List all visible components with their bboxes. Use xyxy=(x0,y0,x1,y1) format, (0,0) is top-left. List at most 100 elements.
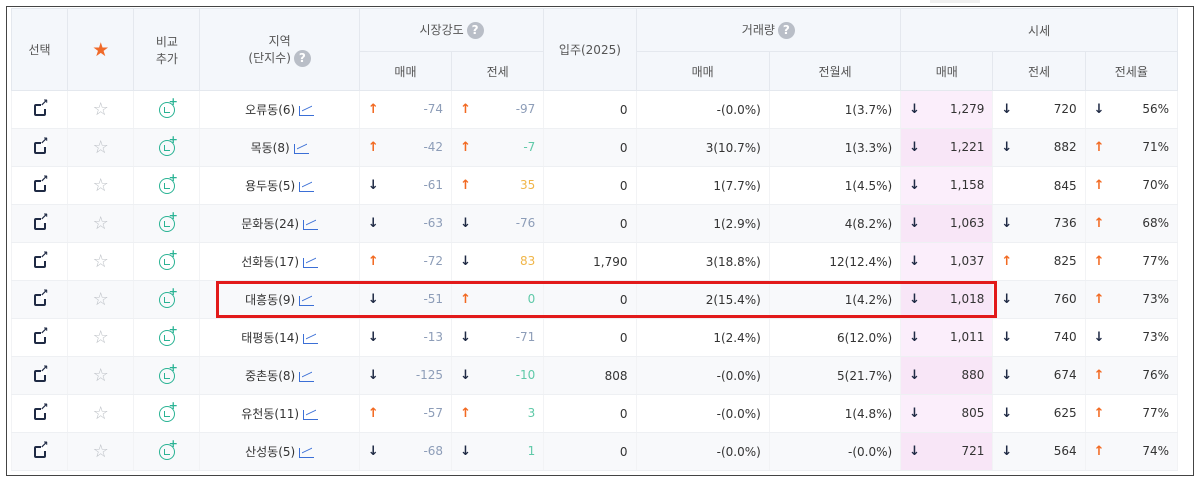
favorite-cell[interactable]: ☆ xyxy=(67,394,135,433)
region-name[interactable]: 유천동(11) xyxy=(241,407,299,421)
compare-add-icon[interactable] xyxy=(158,285,178,308)
region-cell[interactable]: 오류동(6) xyxy=(199,90,360,129)
trend-chart-icon[interactable] xyxy=(303,257,319,268)
region-cell[interactable]: 태평동(14) xyxy=(199,318,360,357)
compare-cell[interactable] xyxy=(133,242,201,281)
region-name[interactable]: 산성동(5) xyxy=(245,445,295,459)
region-cell[interactable]: 중촌동(8) xyxy=(199,356,360,395)
favorite-cell[interactable]: ☆ xyxy=(67,90,135,129)
compare-add-icon[interactable] xyxy=(158,209,178,232)
sub-vol-rent[interactable]: 전월세 xyxy=(768,51,902,91)
region-name[interactable]: 용두동(5) xyxy=(245,179,295,193)
region-cell[interactable]: 선화동(17) xyxy=(199,242,360,281)
compare-add-icon[interactable] xyxy=(158,437,178,460)
trend-chart-icon[interactable] xyxy=(303,409,319,420)
external-link-icon[interactable] xyxy=(33,440,49,458)
compare-add-icon[interactable] xyxy=(158,133,178,156)
trend-chart-icon[interactable] xyxy=(299,371,315,382)
trend-chart-icon[interactable] xyxy=(293,143,309,154)
compare-add-icon[interactable] xyxy=(158,95,178,118)
select-cell[interactable] xyxy=(10,204,69,243)
region-cell[interactable]: 문화동(24) xyxy=(199,204,360,243)
sub-vol-sale[interactable]: 매매 xyxy=(635,51,770,91)
star-outline-icon[interactable]: ☆ xyxy=(93,251,109,272)
favorite-cell[interactable]: ☆ xyxy=(67,242,135,281)
sub-ms-sale[interactable]: 매매 xyxy=(358,51,453,91)
star-outline-icon[interactable]: ☆ xyxy=(93,441,109,462)
external-link-icon[interactable] xyxy=(33,174,49,192)
compare-cell[interactable] xyxy=(133,318,201,357)
star-outline-icon[interactable]: ☆ xyxy=(93,137,109,158)
select-cell[interactable] xyxy=(10,394,69,433)
star-outline-icon[interactable]: ☆ xyxy=(93,99,109,120)
star-outline-icon[interactable]: ☆ xyxy=(93,213,109,234)
sub-ms-jeonse[interactable]: 전세 xyxy=(451,51,545,91)
star-filled-icon[interactable]: ★ xyxy=(92,39,109,61)
external-link-icon[interactable] xyxy=(33,326,49,344)
trend-chart-icon[interactable] xyxy=(303,333,319,344)
favorite-cell[interactable]: ☆ xyxy=(67,204,135,243)
select-cell[interactable] xyxy=(10,90,69,129)
trend-chart-icon[interactable] xyxy=(299,181,315,192)
region-name[interactable]: 문화동(24) xyxy=(241,217,299,231)
region-cell[interactable]: 유천동(11) xyxy=(199,394,360,433)
favorite-cell[interactable]: ☆ xyxy=(67,280,135,319)
compare-add-icon[interactable] xyxy=(158,399,178,422)
trend-chart-icon[interactable] xyxy=(299,295,315,306)
select-cell[interactable] xyxy=(10,166,69,205)
help-icon[interactable]: ? xyxy=(777,22,795,39)
select-cell[interactable] xyxy=(10,432,69,471)
region-name[interactable]: 태평동(14) xyxy=(241,331,299,345)
region-cell[interactable]: 목동(8) xyxy=(199,128,360,167)
select-cell[interactable] xyxy=(10,242,69,281)
compare-cell[interactable] xyxy=(133,280,201,319)
external-link-icon[interactable] xyxy=(33,364,49,382)
star-outline-icon[interactable]: ☆ xyxy=(93,175,109,196)
favorite-cell[interactable]: ☆ xyxy=(67,128,135,167)
star-outline-icon[interactable]: ☆ xyxy=(93,365,109,386)
compare-cell[interactable] xyxy=(133,166,201,205)
compare-add-icon[interactable] xyxy=(158,323,178,346)
help-icon[interactable]: ? xyxy=(293,50,311,67)
trend-chart-icon[interactable] xyxy=(299,447,315,458)
region-name[interactable]: 중촌동(8) xyxy=(245,369,295,383)
favorite-cell[interactable]: ☆ xyxy=(67,166,135,205)
sub-price-sale[interactable]: 매매 xyxy=(900,51,994,91)
compare-add-icon[interactable] xyxy=(158,247,178,270)
region-cell[interactable]: 용두동(5) xyxy=(199,166,360,205)
compare-cell[interactable] xyxy=(133,394,201,433)
external-link-icon[interactable] xyxy=(33,136,49,154)
region-name[interactable]: 오류동(6) xyxy=(245,103,295,117)
compare-add-icon[interactable] xyxy=(158,361,178,384)
region-name[interactable]: 대흥동(9) xyxy=(245,293,295,307)
region-name[interactable]: 목동(8) xyxy=(251,141,290,155)
external-link-icon[interactable] xyxy=(33,402,49,420)
compare-cell[interactable] xyxy=(133,128,201,167)
help-icon[interactable]: ? xyxy=(466,22,484,39)
trend-chart-icon[interactable] xyxy=(303,219,319,230)
compare-cell[interactable] xyxy=(133,356,201,395)
compare-add-icon[interactable] xyxy=(158,171,178,194)
trend-chart-icon[interactable] xyxy=(299,105,315,116)
favorite-cell[interactable]: ☆ xyxy=(67,356,135,395)
select-cell[interactable] xyxy=(10,280,69,319)
favorite-cell[interactable]: ☆ xyxy=(67,432,135,471)
region-cell[interactable]: 대흥동(9) xyxy=(199,280,360,319)
external-link-icon[interactable] xyxy=(33,250,49,268)
star-outline-icon[interactable]: ☆ xyxy=(93,327,109,348)
col-move-in[interactable]: 입주(2025) xyxy=(543,8,637,91)
region-name[interactable]: 선화동(17) xyxy=(241,255,299,269)
select-cell[interactable] xyxy=(10,128,69,167)
select-cell[interactable] xyxy=(10,356,69,395)
compare-cell[interactable] xyxy=(133,432,201,471)
select-cell[interactable] xyxy=(10,318,69,357)
external-link-icon[interactable] xyxy=(33,98,49,116)
region-cell[interactable]: 산성동(5) xyxy=(199,432,360,471)
sub-jeonse-ratio[interactable]: 전세율 xyxy=(1084,51,1179,91)
compare-cell[interactable] xyxy=(133,204,201,243)
external-link-icon[interactable] xyxy=(33,212,49,230)
compare-cell[interactable] xyxy=(133,90,201,129)
col-favorite[interactable]: ★ xyxy=(67,8,135,91)
sub-price-jeonse[interactable]: 전세 xyxy=(992,51,1086,91)
star-outline-icon[interactable]: ☆ xyxy=(93,289,109,310)
